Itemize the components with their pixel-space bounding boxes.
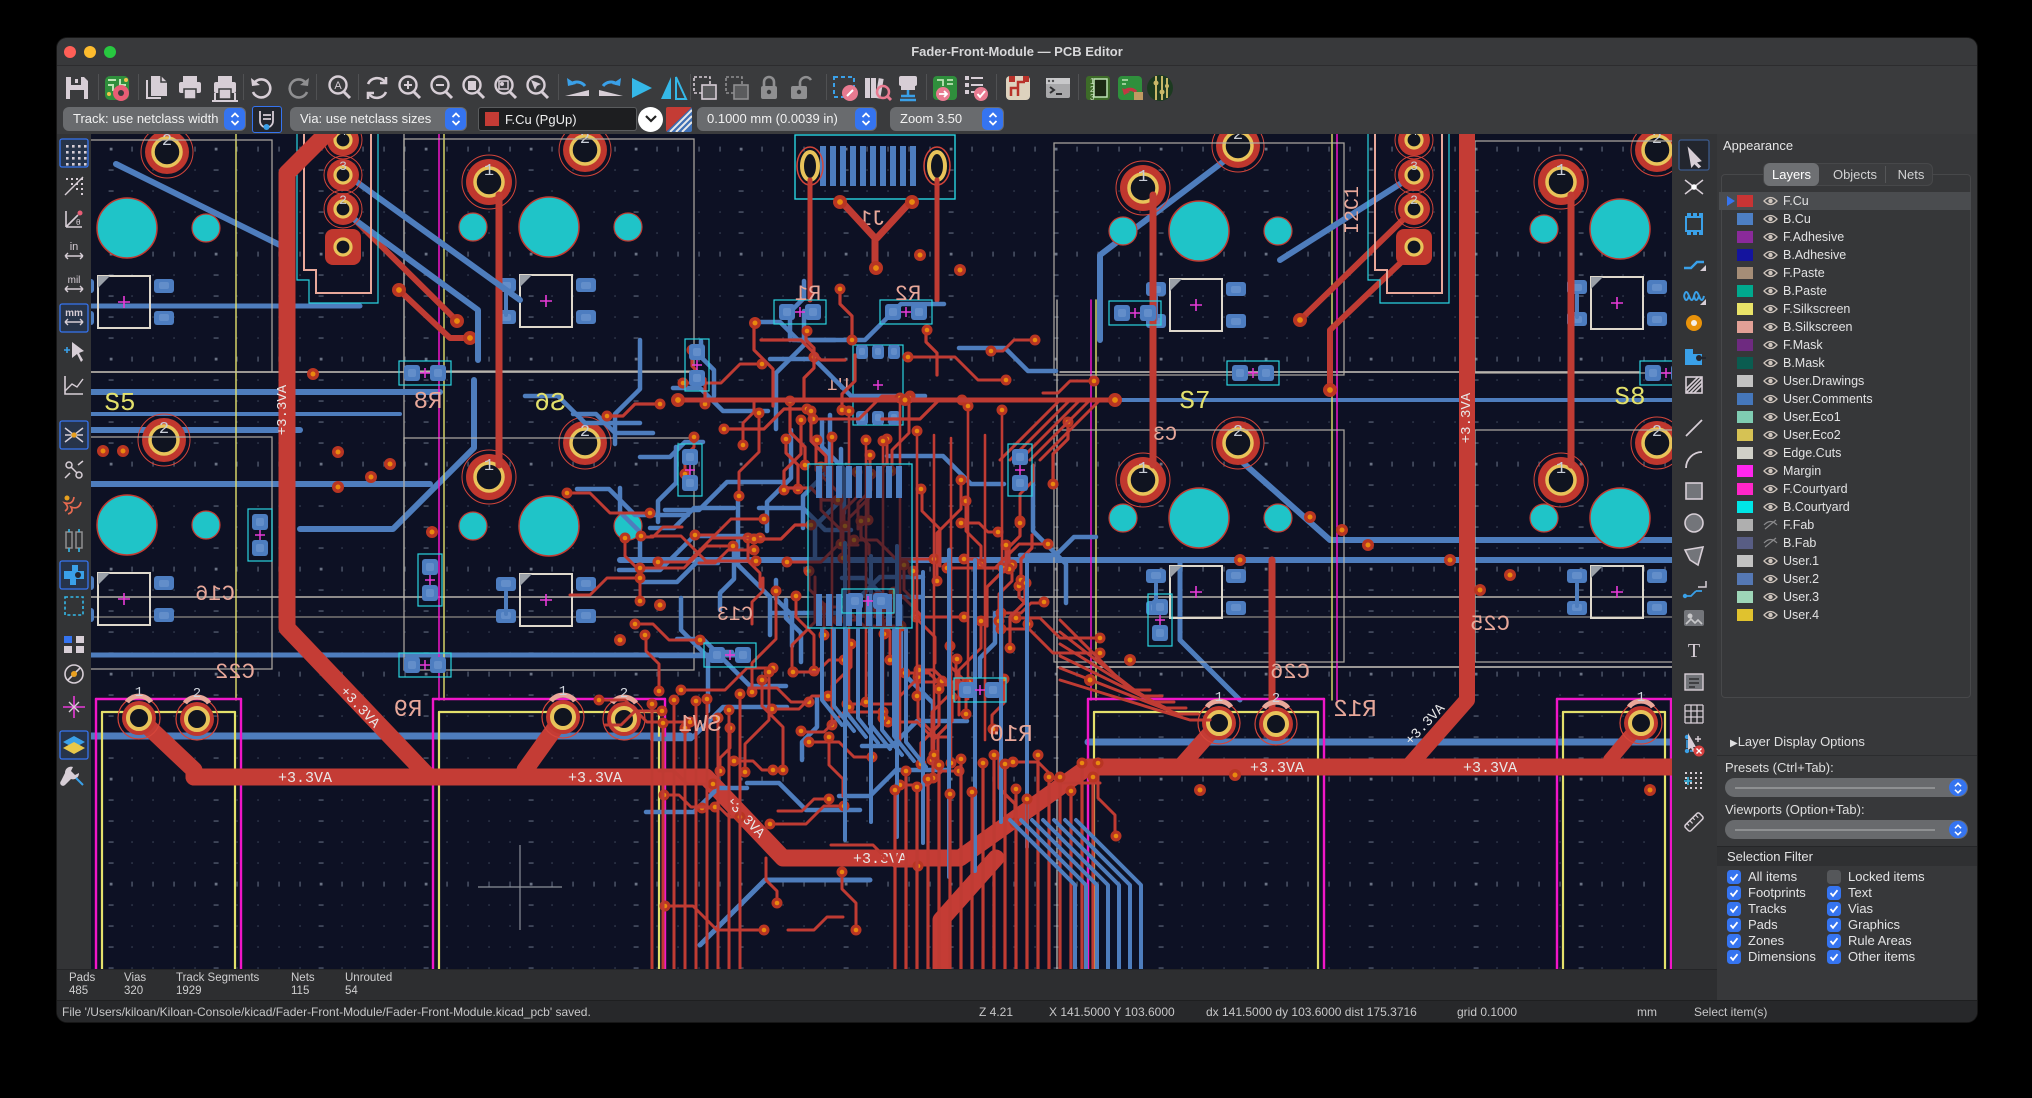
svg-text:S6: S6 — [534, 388, 565, 418]
svg-text:3: 3 — [1410, 159, 1418, 174]
svg-text:R8: R8 — [414, 389, 443, 416]
svg-text:4: 4 — [339, 134, 347, 139]
svg-text:+3.3VA: +3.3VA — [568, 770, 622, 787]
svg-text:R2: R2 — [895, 282, 921, 307]
svg-text:C26: C26 — [1270, 660, 1310, 685]
svg-text:1: 1 — [1215, 690, 1223, 706]
svg-text:S5: S5 — [104, 388, 135, 418]
svg-text:2: 2 — [1233, 423, 1243, 442]
svg-text:3: 3 — [1090, 93, 1095, 102]
svg-text:1: 1 — [1556, 460, 1566, 479]
svg-text:mm: mm — [65, 308, 83, 319]
svg-text:1: 1 — [1138, 168, 1148, 187]
svg-text:C3: C3 — [1153, 424, 1177, 447]
svg-text:1: 1 — [1138, 460, 1148, 479]
svg-text:+3.3VA: +3.3VA — [1459, 392, 1475, 443]
svg-text:1: 1 — [135, 685, 143, 701]
svg-text:mil: mil — [68, 275, 81, 286]
svg-text:C16: C16 — [195, 582, 235, 607]
svg-text:2: 2 — [580, 423, 590, 442]
svg-text:2: 2 — [580, 134, 590, 149]
svg-text:C25: C25 — [1470, 612, 1510, 637]
svg-text:1: 1 — [1556, 162, 1566, 181]
svg-text:1: 1 — [559, 684, 567, 700]
svg-text:2: 2 — [1652, 423, 1662, 442]
svg-text:3: 3 — [339, 159, 347, 174]
svg-text:S8: S8 — [1614, 382, 1645, 412]
svg-text:1: 1 — [1637, 690, 1645, 706]
svg-text:C22: C22 — [215, 660, 255, 685]
svg-text:1: 1 — [484, 162, 494, 181]
svg-text:S7: S7 — [1179, 386, 1210, 416]
svg-text:T: T — [1688, 640, 1700, 662]
svg-text:θ: θ — [76, 218, 81, 227]
svg-text:A: A — [334, 80, 342, 92]
svg-text:I2C1: I2C1 — [1342, 186, 1365, 234]
svg-text:C13: C13 — [717, 604, 753, 627]
svg-text:1: 1 — [484, 457, 494, 476]
svg-text:2: 2 — [339, 193, 347, 208]
svg-text:+3.3VA: +3.3VA — [278, 770, 332, 787]
svg-text:2: 2 — [1272, 691, 1280, 707]
svg-text:R9: R9 — [394, 697, 423, 724]
svg-text:R12: R12 — [1333, 697, 1376, 724]
svg-text:SW1: SW1 — [678, 712, 721, 739]
svg-text:R1: R1 — [795, 282, 821, 307]
svg-text:+3.3VA: +3.3VA — [1250, 760, 1304, 777]
svg-text:R10: R10 — [989, 722, 1032, 749]
svg-text:2: 2 — [1410, 193, 1418, 208]
svg-text:+3.3VA: +3.3VA — [275, 384, 291, 435]
svg-text:4: 4 — [1410, 134, 1418, 139]
svg-text:in: in — [70, 241, 79, 253]
svg-text:+3.3VA: +3.3VA — [1463, 760, 1517, 777]
svg-text:2: 2 — [162, 134, 172, 151]
svg-text:2: 2 — [159, 420, 169, 439]
svg-text:2: 2 — [193, 686, 201, 702]
